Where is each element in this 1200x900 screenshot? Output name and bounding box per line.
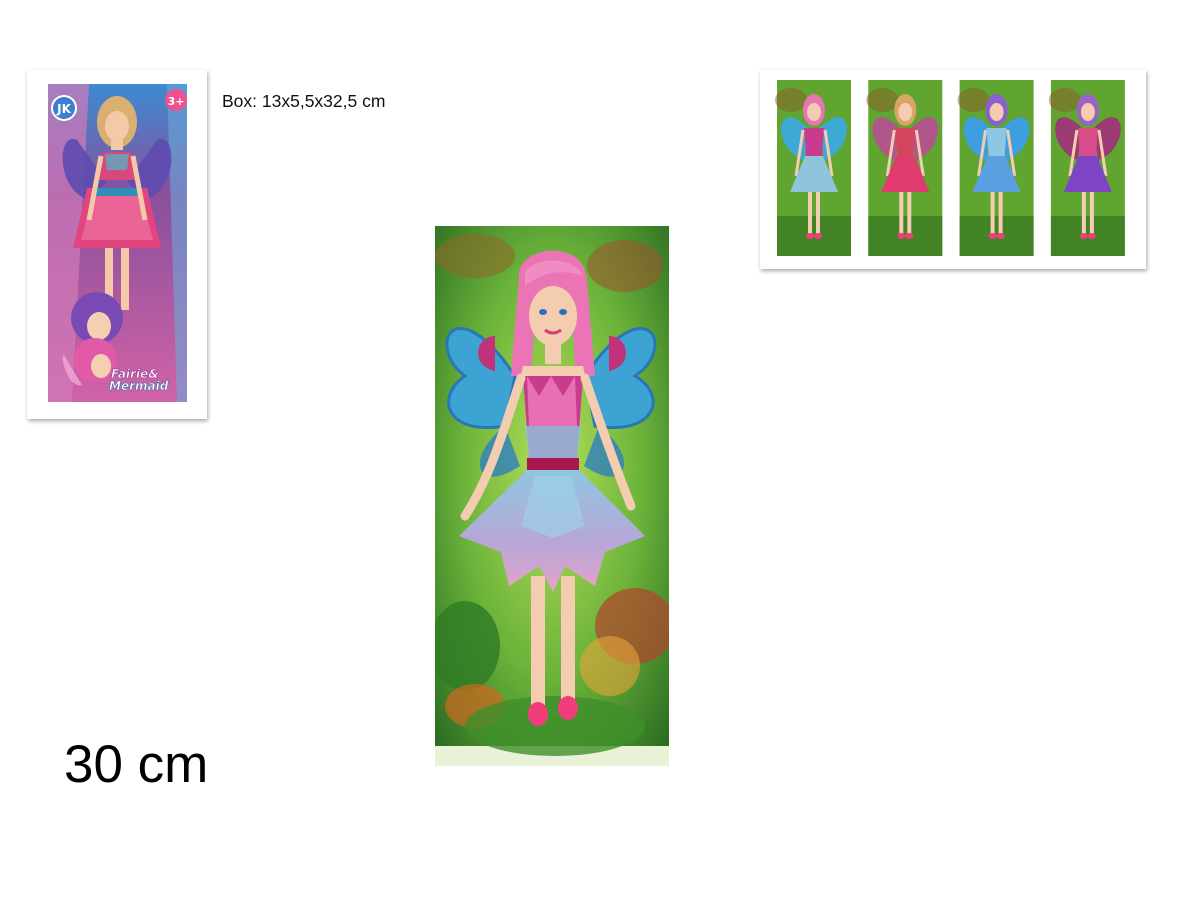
- variant-doll-4: [1048, 80, 1125, 256]
- age-badge: 3+: [165, 89, 187, 111]
- boxed-doll-photo: JK 3+ Fairie& Mermaid: [27, 70, 207, 419]
- variant-doll-1: [775, 80, 851, 256]
- doll-height-label: 30 cm: [64, 735, 209, 794]
- boxed-doll-illustration: JK 3+ Fairie& Mermaid: [27, 70, 207, 419]
- box-dimensions-label: Box: 13x5,5x32,5 cm: [222, 91, 386, 111]
- main-doll-photo: [435, 226, 669, 766]
- variant-doll-3: [957, 80, 1034, 256]
- variants-illustration: [760, 70, 1146, 269]
- main-doll-illustration: [435, 226, 669, 766]
- age-badge-text: 3+: [168, 95, 185, 108]
- brand-logo-text: JK: [56, 102, 71, 116]
- brand-logo: JK: [51, 95, 77, 121]
- package-title-line2: Mermaid: [109, 379, 169, 393]
- variant-doll-2: [866, 80, 943, 256]
- doll-variants-photo: [760, 70, 1146, 269]
